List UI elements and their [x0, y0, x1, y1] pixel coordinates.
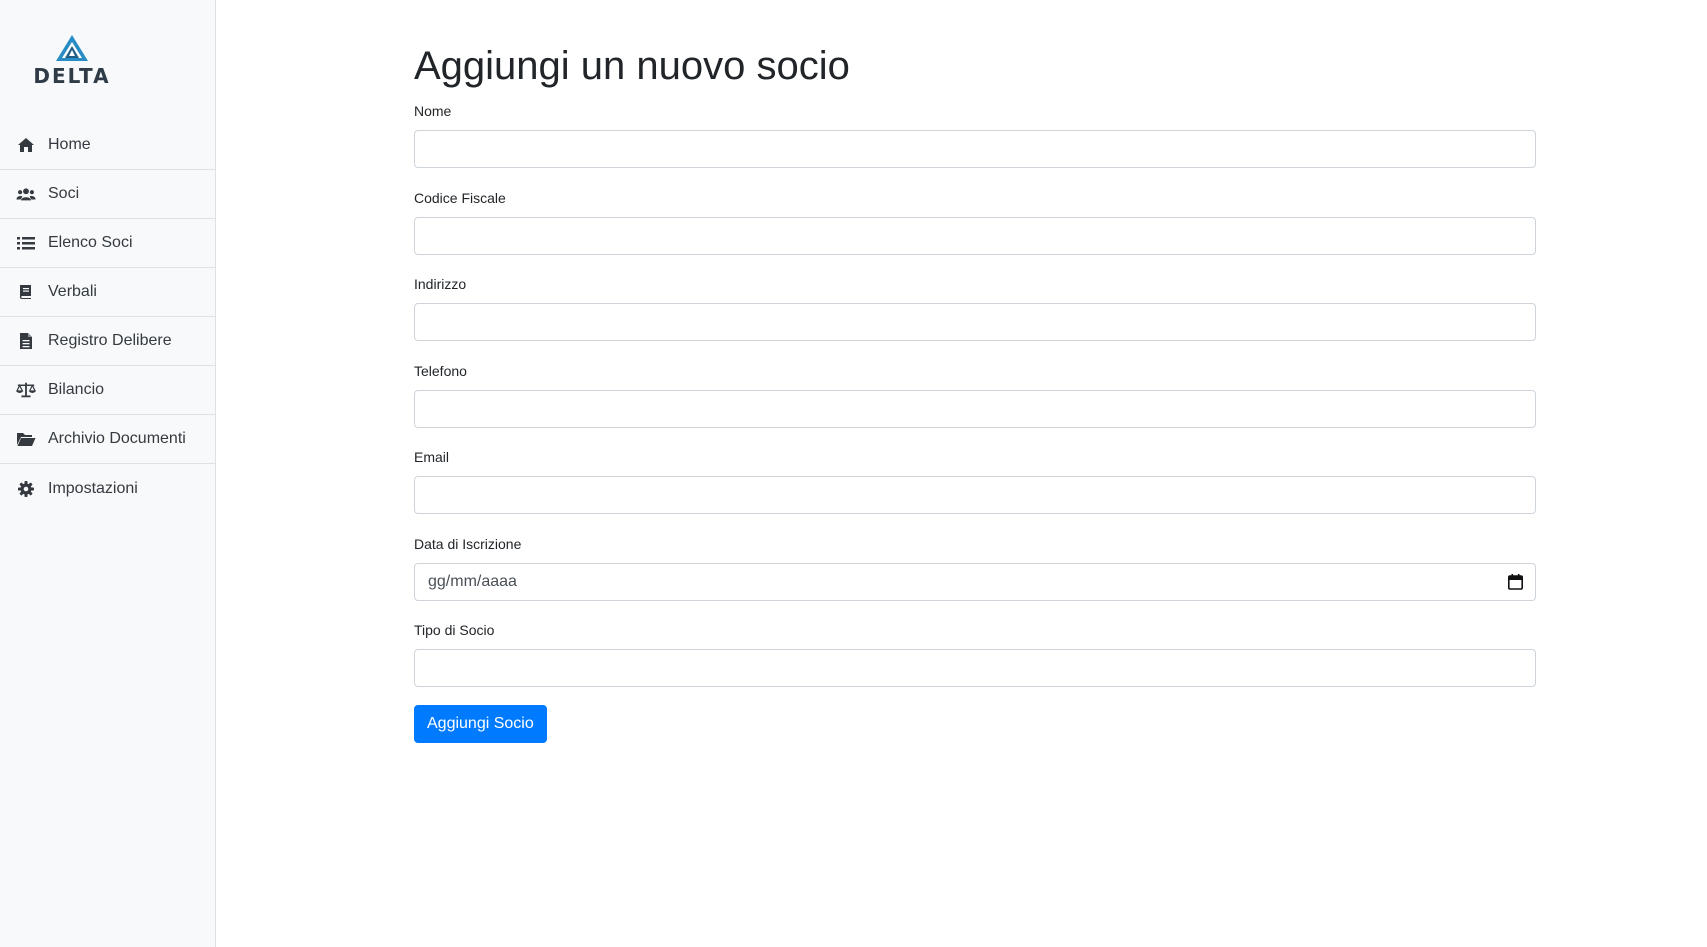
sidebar-item-label: Elenco Soci [48, 234, 133, 251]
field-telefono: Telefono [414, 362, 1536, 449]
date-placeholder: gg/mm/aaaa [428, 572, 517, 590]
indirizzo-label: Indirizzo [414, 276, 467, 292]
brand-name: DELTA [33, 64, 111, 88]
folder-open-icon [16, 430, 36, 448]
sidebar-item-label: Impostazioni [48, 479, 138, 497]
sidebar-item-label: Bilancio [48, 381, 105, 398]
field-email: Email [414, 448, 1536, 535]
sidebar-nav: Home Soci Elenco Soci Verbali Registro D… [0, 121, 215, 513]
telefono-label: Telefono [414, 362, 467, 379]
users-icon [16, 185, 36, 203]
home-icon [16, 136, 36, 154]
brand-logo[interactable]: DELTA [0, 34, 144, 90]
app-root: DELTA Home Soci Elenco Soci Verbali Regi… [0, 0, 1707, 947]
file-icon [16, 332, 36, 350]
tipo-socio-label: Tipo di Socio [414, 622, 495, 638]
nome-input[interactable] [414, 130, 1536, 168]
codice-fiscale-input[interactable] [414, 216, 1536, 255]
field-data-iscrizione: Data di Iscrizione gg/mm/aaaa [414, 535, 1536, 622]
gear-icon [16, 480, 36, 498]
sidebar-item-bilancio[interactable]: Bilancio [0, 366, 215, 415]
email-input[interactable] [414, 476, 1536, 514]
sidebar-item-impostazioni[interactable]: Impostazioni [0, 464, 215, 513]
data-iscrizione-input[interactable]: gg/mm/aaaa [414, 562, 1536, 601]
email-label: Email [414, 449, 450, 465]
sidebar-item-home[interactable]: Home [0, 121, 215, 170]
list-icon [16, 234, 36, 252]
sidebar-item-registro-delibere[interactable]: Registro Delibere [0, 317, 215, 366]
codice-fiscale-label: Codice Fiscale [414, 189, 506, 206]
indirizzo-input[interactable] [414, 303, 1536, 341]
sidebar-item-label: Home [48, 136, 91, 153]
book-icon [16, 283, 36, 301]
sidebar-item-archivio-documenti[interactable]: Archivio Documenti [0, 415, 215, 464]
sidebar-item-elenco-soci[interactable]: Elenco Soci [0, 219, 215, 268]
sidebar-item-label: Verbali [48, 283, 97, 300]
nome-label: Nome [414, 103, 452, 119]
sidebar-item-label: Archivio Documenti [48, 430, 186, 447]
scale-icon [16, 381, 36, 399]
page-title: Aggiungi un nuovo socio [414, 44, 850, 88]
field-indirizzo: Indirizzo [414, 275, 1536, 362]
sidebar-item-label: Soci [48, 185, 80, 202]
field-codice-fiscale: Codice Fiscale [414, 189, 1536, 276]
sidebar-item-verbali[interactable]: Verbali [0, 268, 215, 317]
data-iscrizione-label: Data di Iscrizione [414, 535, 522, 552]
sidebar-item-label: Registro Delibere [48, 332, 172, 349]
add-member-button[interactable]: Aggiungi Socio [414, 705, 547, 743]
field-tipo-socio: Tipo di Socio [414, 621, 1536, 708]
calendar-icon[interactable] [1508, 573, 1523, 590]
sidebar-item-soci[interactable]: Soci [0, 170, 215, 219]
add-member-form: Nome Codice Fiscale Indirizzo Telefono E… [414, 102, 1536, 708]
delta-logo-icon [56, 35, 88, 61]
tipo-socio-input[interactable] [414, 649, 1536, 687]
telefono-input[interactable] [414, 389, 1536, 428]
sidebar: DELTA Home Soci Elenco Soci Verbali Regi… [0, 0, 216, 947]
field-nome: Nome [414, 102, 1536, 189]
